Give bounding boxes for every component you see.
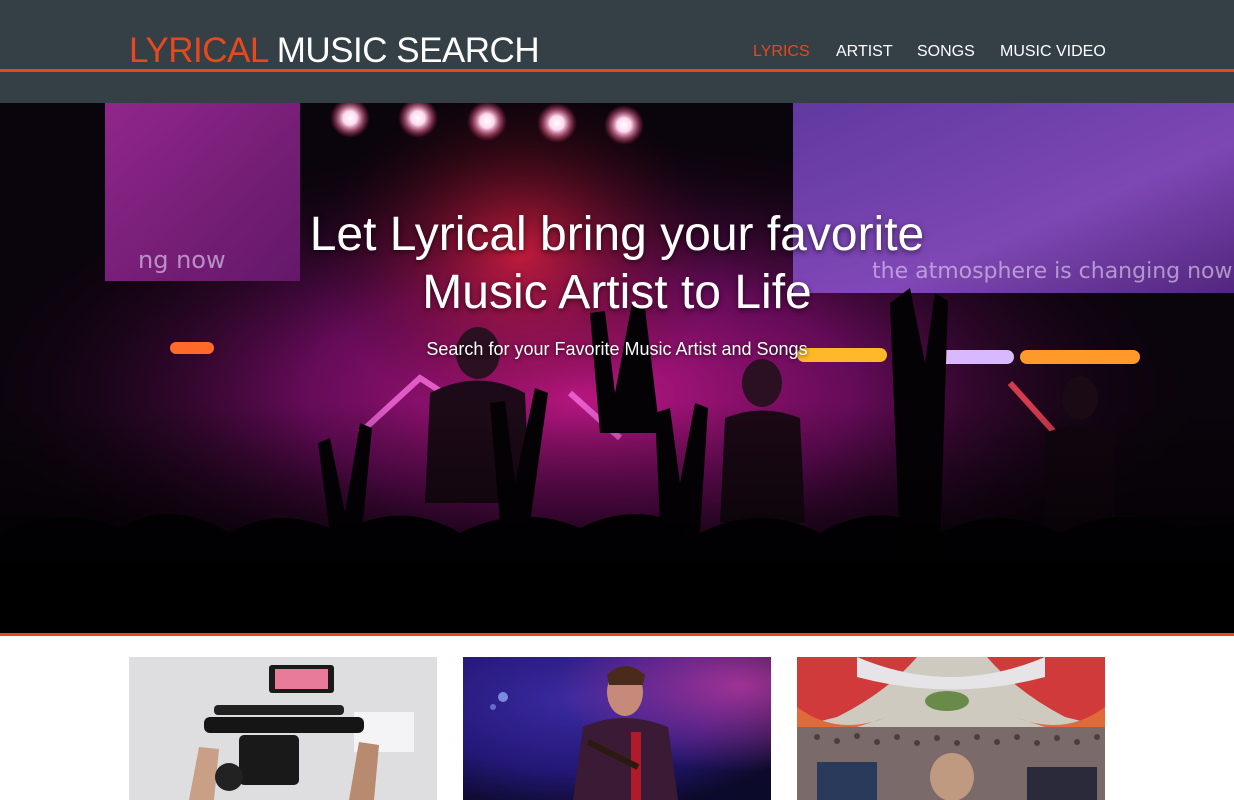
hero-title: Let Lyrical bring your favorite Music Ar…: [309, 208, 925, 319]
nav-link-artist[interactable]: ARTIST: [836, 42, 893, 62]
card-video-camera[interactable]: [129, 657, 437, 800]
nav-link-lyrics[interactable]: LYRICS: [753, 42, 810, 62]
festival-crowd-image: [797, 657, 1105, 800]
hero-text: Let Lyrical bring your favorite Music Ar…: [0, 206, 1234, 360]
hero-banner: ng now the atmosphere is changing now Le…: [0, 103, 1234, 633]
video-camera-rig-image: [129, 657, 437, 800]
nav-link-songs[interactable]: SONGS: [917, 42, 975, 62]
header-divider: [0, 69, 1234, 72]
guitarist-on-stage-image: [463, 657, 771, 800]
main-nav: LYRICS ARTIST SONGS MUSIC VIDEO: [0, 42, 1234, 62]
nav-link-music-video[interactable]: MUSIC VIDEO: [1000, 42, 1106, 62]
hero-background-image: ng now the atmosphere is changing now: [0, 103, 1234, 633]
hero-subtitle: Search for your Favorite Music Artist an…: [426, 339, 808, 359]
hero-divider: [0, 633, 1234, 636]
card-guitarist[interactable]: [463, 657, 771, 800]
card-festival[interactable]: [797, 657, 1105, 800]
site-header: LYRICAL MUSIC SEARCH LYRICS ARTIST SONGS…: [0, 0, 1234, 103]
feature-cards: [0, 657, 1234, 800]
